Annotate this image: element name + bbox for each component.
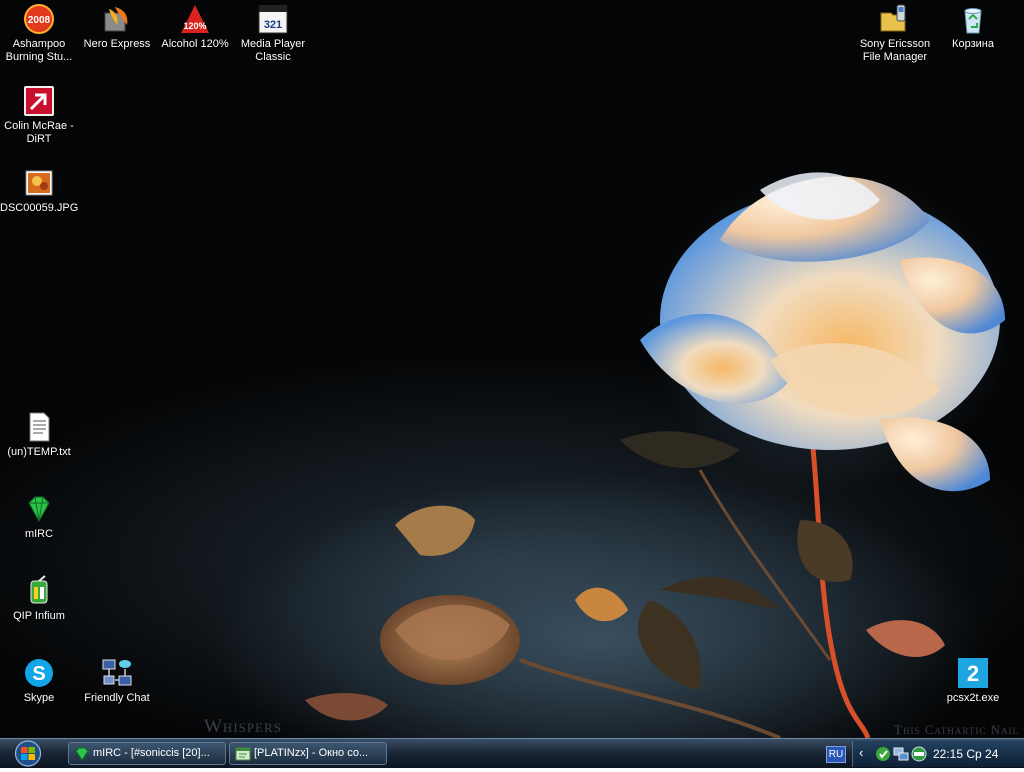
svg-text:120%: 120%	[183, 21, 206, 31]
media-player-classic-icon: 321	[258, 5, 288, 34]
antivirus-tray-icon[interactable]	[911, 746, 927, 762]
desktop-icon-label: Colin McRae - DiRT	[4, 120, 74, 145]
desktop-icon-ashampoo[interactable]: 2008 Ashampoo Burning Stu...	[0, 3, 78, 64]
desktop-icon-label: DSC00059.JPG	[0, 202, 79, 214]
desktop-icon-recycle-bin[interactable]: Корзина	[934, 3, 1012, 51]
windows-logo-icon	[14, 740, 42, 767]
recycle-bin-icon	[964, 8, 982, 34]
desktop-icon-friendly-chat[interactable]: Friendly Chat	[78, 657, 156, 705]
svg-text:2008: 2008	[28, 15, 51, 26]
desktop-icon-label: Ashampoo Burning Stu...	[5, 38, 73, 63]
desktop-icon-label: QIP Infium	[13, 610, 65, 622]
taskbar-button-mirc[interactable]: mIRC - [#soniccis [20]...	[68, 742, 226, 765]
ashampoo-icon: 2008	[24, 4, 54, 34]
start-button[interactable]	[10, 740, 46, 767]
wallpaper-watermark-left: Whispers	[204, 716, 282, 737]
desktop-icon-label: Nero Express	[83, 38, 151, 50]
svg-text:2: 2	[967, 661, 979, 686]
clock[interactable]: 22:15 Ср 24	[933, 741, 998, 767]
desktop-icon-label: mIRC	[24, 528, 54, 540]
pcsx2-exe-icon: 2	[958, 658, 988, 688]
desktop-icon-label: Sony Ericsson File Manager	[859, 38, 931, 63]
svg-text:S: S	[32, 663, 45, 685]
svg-text:321: 321	[264, 19, 282, 31]
wallpaper-watermark-right: This Cathartic Nail	[894, 722, 1019, 737]
nero-express-icon	[104, 7, 128, 32]
sony-ericsson-icon	[880, 4, 906, 32]
desktop-icon-label: (un)TEMP.txt	[7, 446, 71, 458]
taskbar-button-label: mIRC - [#soniccis [20]...	[93, 747, 210, 759]
desktop-icon-colin-mcrae-dirt[interactable]: Colin McRae - DiRT	[0, 85, 78, 146]
desktop-icon-alcohol-120[interactable]: 120% Alcohol 120%	[156, 3, 234, 51]
desktop-icon-qip-infium[interactable]: QIP Infium	[0, 575, 78, 623]
system-tray: ‹ 22:15 Ср 24	[852, 741, 1024, 767]
friendly-chat-icon	[102, 659, 132, 686]
taskbar-button-label: [PLATINzx] - Окно со...	[254, 747, 369, 759]
wallpaper-rose	[305, 172, 1005, 738]
desktop-icon-nero-express[interactable]: Nero Express	[78, 3, 156, 51]
qip-infium-icon	[30, 575, 48, 604]
desktop-icon-mirc[interactable]: mIRC	[0, 493, 78, 541]
text-file-icon	[29, 412, 50, 442]
desktop[interactable]: Whispers This Cathartic Nail 2008 Ashamp…	[0, 0, 1024, 738]
desktop-icon-sony-ericsson-file-manager[interactable]: Sony Ericsson File Manager	[856, 3, 934, 64]
desktop-icon-label: Friendly Chat	[84, 692, 150, 704]
taskbar-button-platinzx[interactable]: [PLATINzx] - Окно со...	[229, 742, 387, 765]
colin-mcrae-dirt-icon	[24, 86, 54, 116]
mirc-task-icon	[75, 747, 89, 761]
desktop-icon-skype[interactable]: S Skype	[0, 657, 78, 705]
tray-expand-button[interactable]: ‹	[859, 745, 873, 761]
desktop-icon-dsc00059-jpg[interactable]: DSC00059.JPG	[0, 167, 78, 215]
skype-icon: S	[25, 659, 53, 687]
desktop-icon-label: pcsx2t.exe	[946, 692, 1000, 704]
taskbar: mIRC - [#soniccis [20]... [PLATINzx] - О…	[0, 738, 1024, 768]
desktop-icon-untemp-txt[interactable]: (un)TEMP.txt	[0, 411, 78, 459]
document-task-icon	[235, 747, 251, 761]
alcohol-120-icon: 120%	[181, 5, 209, 33]
desktop-icon-label: Корзина	[952, 38, 994, 50]
mirc-icon	[28, 496, 50, 523]
desktop-icon-pcsx2t-exe[interactable]: 2 pcsx2t.exe	[934, 657, 1012, 705]
desktop-icon-label: Alcohol 120%	[161, 38, 229, 50]
network-tray-icon[interactable]	[893, 746, 909, 762]
desktop-icon-label: Media Player Classic	[240, 38, 306, 63]
jpg-image-icon	[25, 170, 53, 196]
language-indicator[interactable]: RU	[826, 746, 846, 763]
qip-tray-icon[interactable]	[875, 746, 891, 762]
desktop-icon-label: Skype	[23, 692, 55, 704]
desktop-icon-media-player-classic[interactable]: 321 Media Player Classic	[234, 3, 312, 64]
